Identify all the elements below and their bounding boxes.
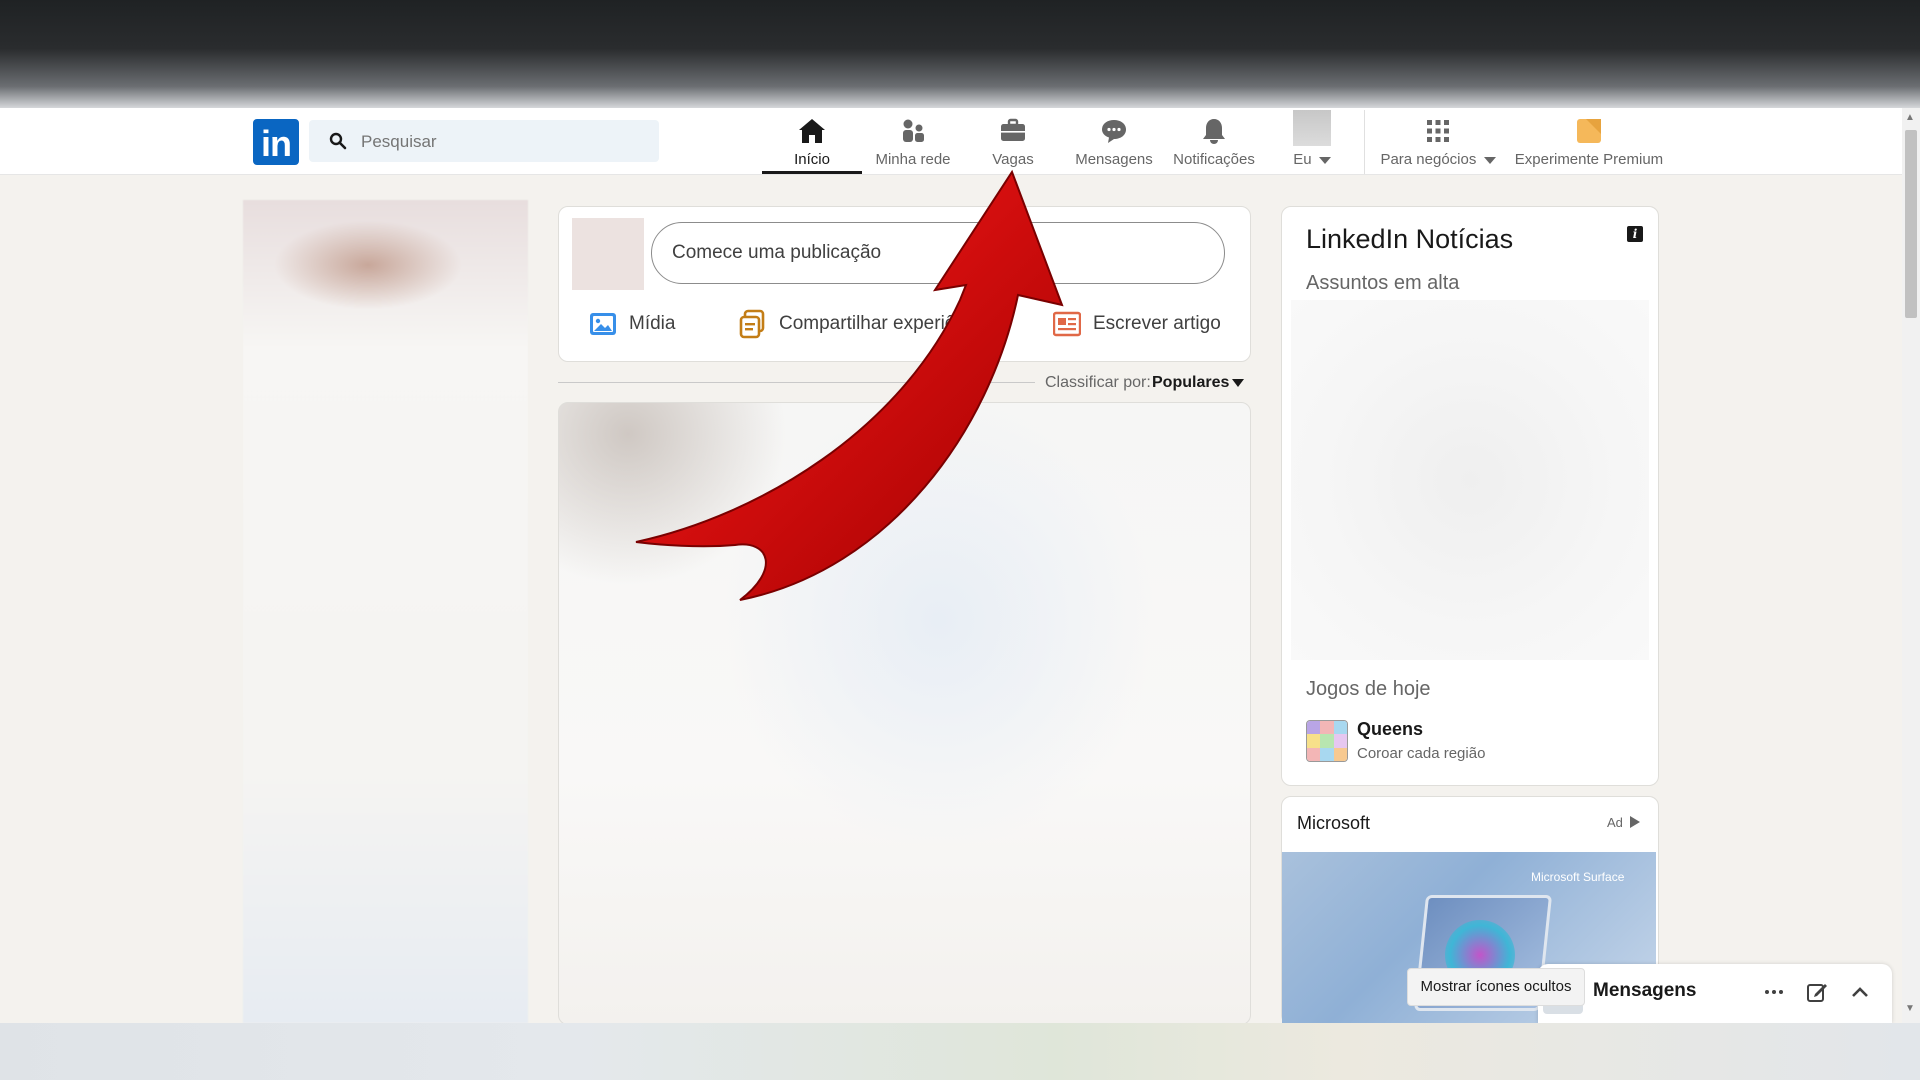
avatar [572, 218, 644, 290]
start-post-input[interactable]: Comece uma publicação [651, 222, 1225, 284]
messaging-icon [1102, 120, 1126, 143]
ad-choices-icon[interactable] [1630, 816, 1640, 828]
media-button[interactable]: Mídia [589, 306, 675, 342]
nav-divider [1364, 110, 1365, 174]
nav-jobs-label: Vagas [992, 151, 1034, 168]
profile-sidebar-blurred [243, 200, 528, 1023]
news-title: LinkedIn Notícias [1306, 224, 1514, 254]
nav-business-label-wrap: Para negócios [1374, 151, 1502, 168]
compose-icon[interactable] [1805, 980, 1829, 1004]
nav-home-label: Início [794, 151, 830, 168]
game-name[interactable]: Queens [1357, 719, 1423, 740]
news-list-blurred [1291, 300, 1649, 660]
nav-messaging-label: Mensagens [1075, 151, 1153, 168]
media-icon [590, 313, 616, 335]
browser-top-blurred [0, 0, 1920, 108]
ad-label: Ad [1607, 815, 1623, 830]
grid-icon [1427, 120, 1449, 142]
share-experience-icon [739, 309, 765, 339]
profile-cover-blurred [273, 220, 463, 310]
sort-dropdown[interactable]: Populares [1152, 374, 1229, 392]
share-experience-label: Compartilhar experiênci [779, 313, 980, 334]
sort-divider [558, 382, 1035, 383]
search-input[interactable] [359, 120, 653, 164]
chevron-up-icon[interactable] [1848, 980, 1872, 1004]
search-box[interactable] [309, 120, 659, 164]
nav-network-label: Minha rede [875, 151, 951, 168]
chevron-down-icon [1318, 156, 1331, 164]
article-icon [1053, 311, 1081, 337]
queens-game-icon[interactable] [1306, 720, 1348, 762]
nav-business[interactable]: Para negócios [1374, 110, 1502, 174]
premium-icon [1577, 119, 1601, 143]
messaging-label[interactable]: Mensagens [1593, 980, 1696, 1002]
sort-label: Classificar por: [1045, 374, 1151, 391]
write-article-label: Escrever artigo [1093, 313, 1221, 334]
ad-title: Microsoft [1297, 813, 1371, 833]
nav-network[interactable]: Minha rede [866, 110, 960, 174]
tooltip: Mostrar ícones ocultos [1407, 968, 1585, 1006]
nav-me-label: Eu [1293, 151, 1312, 168]
write-article-button[interactable]: Escrever artigo [1053, 306, 1221, 342]
game-description: Coroar cada região [1357, 745, 1486, 762]
share-experience-button[interactable]: Compartilhar experiênci [739, 306, 980, 342]
games-title: Jogos de hoje [1306, 678, 1431, 700]
feed-post-blurred [558, 402, 1251, 1025]
scroll-thumb[interactable] [1905, 130, 1917, 318]
linkedin-logo[interactable]: in [253, 119, 299, 165]
more-options-icon[interactable] [1762, 980, 1786, 1004]
nav-notifications-label: Notificações [1173, 151, 1255, 168]
taskbar-blurred [0, 1023, 1920, 1080]
nav-premium[interactable]: Experimente Premium [1508, 110, 1670, 174]
nav-messaging[interactable]: Mensagens [1066, 110, 1162, 174]
nav-business-label: Para negócios [1380, 151, 1477, 168]
info-icon[interactable]: i [1627, 226, 1643, 242]
scroll-up-icon[interactable]: ▲ [1905, 112, 1915, 123]
chevron-down-icon[interactable] [1232, 379, 1244, 387]
nav-premium-label: Experimente Premium [1514, 151, 1664, 168]
media-label: Mídia [629, 313, 676, 334]
nav-notifications[interactable]: Notificações [1166, 110, 1262, 174]
chevron-down-icon [1483, 156, 1496, 164]
nav-jobs[interactable]: Vagas [972, 110, 1054, 174]
nav-me[interactable]: Eu [1285, 110, 1339, 174]
search-icon [329, 132, 347, 150]
news-subtitle: Assuntos em alta [1306, 272, 1460, 294]
scroll-down-icon[interactable]: ▼ [1905, 1003, 1915, 1014]
bell-icon [1203, 119, 1225, 144]
nav-home[interactable]: Início [762, 110, 862, 174]
ad-brand: Microsoft Surface [1531, 870, 1625, 884]
home-icon [799, 119, 825, 143]
nav-me-label-wrap: Eu [1285, 151, 1339, 168]
briefcase-icon [1001, 118, 1025, 141]
network-icon [903, 119, 924, 142]
messaging-overlay[interactable] [1538, 964, 1892, 1023]
